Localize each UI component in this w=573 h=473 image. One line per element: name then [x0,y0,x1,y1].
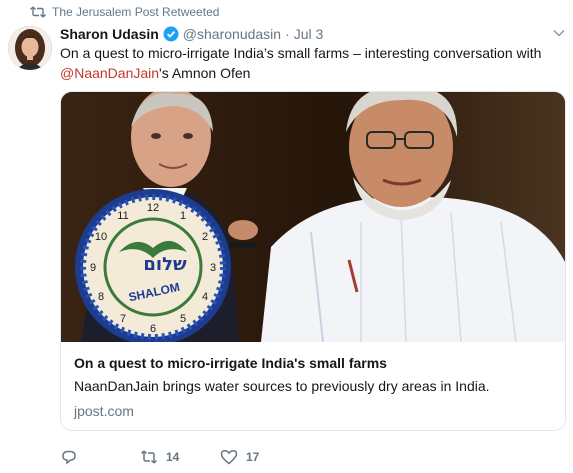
clock-numeral: 9 [90,262,96,274]
clock-numeral: 4 [202,291,208,303]
retweet-button[interactable]: 14 [140,448,220,466]
avatar-image [8,26,52,70]
clock-numeral: 10 [95,231,107,243]
tweet-text-part: On a quest to micro-irrigate India’s sma… [60,45,542,61]
chevron-down-icon[interactable] [552,26,566,40]
clock-numeral: 11 [117,210,128,222]
reply-icon [60,448,78,466]
reply-button[interactable] [60,448,140,466]
card-title: On a quest to micro-irrigate India's sma… [74,355,387,371]
heart-icon [220,448,238,466]
clock-numeral: 1 [180,210,186,222]
tweet-date[interactable]: Jul 3 [294,26,324,42]
author-name[interactable]: Sharon Udasin [60,26,159,42]
clock-numeral: 12 [147,202,159,214]
mention-link[interactable]: @NaanDanJain [60,65,159,81]
plate-hebrew-text: שלום [143,254,187,275]
like-count: 17 [246,450,260,464]
card-image[interactable]: 12 1 2 3 4 5 6 7 8 9 10 11 שלום SHALOM [61,92,565,342]
card-domain: jpost.com [74,403,134,419]
retweet-icon [140,448,158,466]
clock-numeral: 2 [202,231,208,243]
header-separator: · [285,26,290,42]
retweet-context[interactable]: The Jerusalem Post Retweeted [30,4,219,20]
clock-numeral: 6 [150,323,156,335]
verified-badge-icon [163,26,179,42]
tweet-actions: 14 17 [60,447,300,467]
tweet-text: On a quest to micro-irrigate India’s sma… [60,43,565,83]
retweet-icon [30,6,46,18]
card-description: NaanDanJain brings water sources to prev… [74,378,490,394]
tweet-text-part: 's Amnon Ofen [159,65,251,81]
retweet-count: 14 [166,450,180,464]
clock-numeral: 3 [210,262,216,274]
clock-numeral: 5 [180,313,186,325]
clock-numeral: 7 [120,313,126,325]
retweet-context-label: The Jerusalem Post Retweeted [52,5,220,19]
like-button[interactable]: 17 [220,448,300,466]
author-handle[interactable]: @sharonudasin [183,26,281,42]
avatar[interactable] [8,26,52,70]
link-card[interactable]: 12 1 2 3 4 5 6 7 8 9 10 11 שלום SHALOM O… [60,91,566,431]
clock-numeral: 8 [98,291,104,303]
tweet-header: Sharon Udasin @sharonudasin · Jul 3 [60,24,323,44]
card-body[interactable]: On a quest to micro-irrigate India's sma… [61,342,565,430]
